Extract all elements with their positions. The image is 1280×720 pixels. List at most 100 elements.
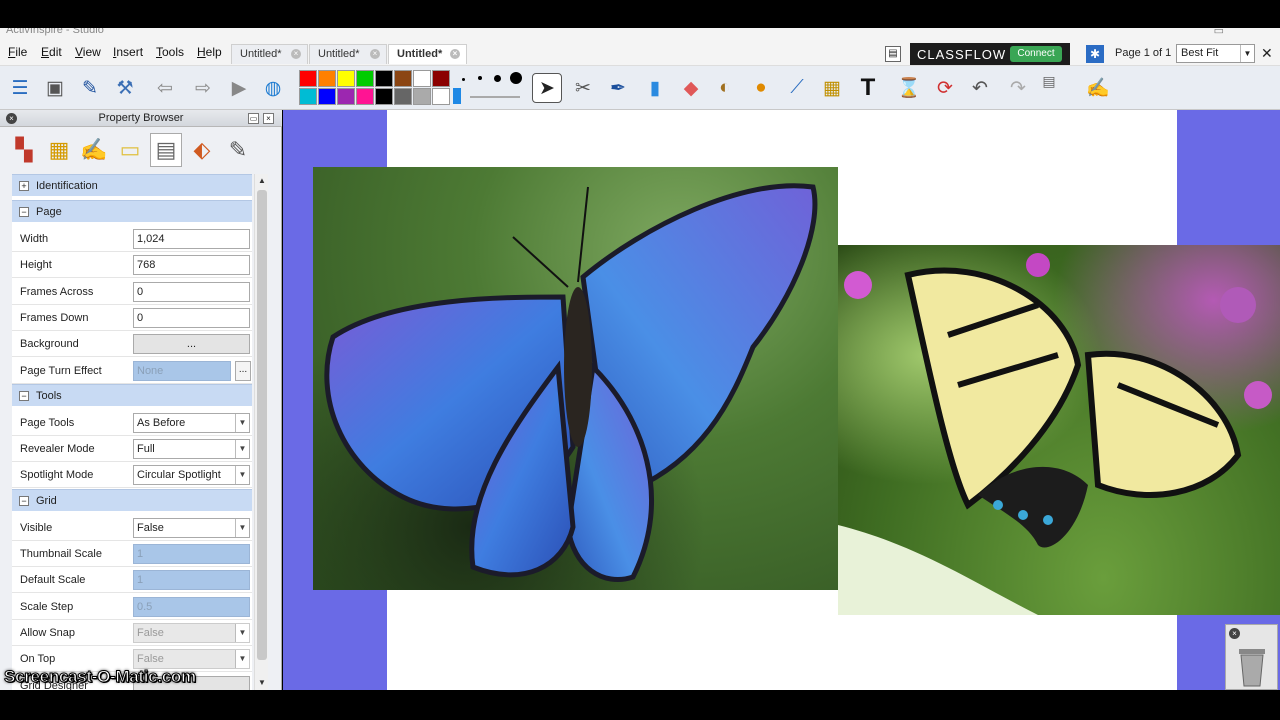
swatch-darkred[interactable]	[432, 70, 450, 87]
swatch-cyan[interactable]	[299, 88, 317, 105]
chevron-down-icon[interactable]: ▼	[255, 676, 269, 690]
clipart-icon[interactable]: ▦	[817, 73, 847, 103]
highlighter-icon[interactable]: ▮	[640, 73, 670, 103]
close-icon[interactable]: ×	[370, 49, 380, 59]
close-icon[interactable]: ×	[1229, 628, 1240, 639]
chevron-up-icon[interactable]: ▲	[255, 174, 269, 188]
action-browser-icon[interactable]: ⬖	[186, 133, 218, 167]
section-page[interactable]: − Page	[12, 200, 252, 222]
section-tools[interactable]: − Tools	[12, 383, 252, 406]
property-scrollbar[interactable]: ▲ ▼	[254, 174, 268, 690]
trash-can[interactable]: ×	[1225, 624, 1278, 690]
width-field[interactable]: 1,024	[133, 229, 250, 249]
page-tools-field[interactable]: As Before ▼	[133, 412, 250, 433]
resource-browser-icon[interactable]: ▦	[43, 133, 75, 167]
eraser-icon[interactable]: ◆	[676, 73, 706, 103]
swatch-gray[interactable]	[413, 88, 431, 105]
connect-button[interactable]: Connect	[1010, 46, 1062, 62]
menu-view[interactable]: View	[75, 45, 101, 59]
window-controls[interactable]: ▭	[1214, 28, 1224, 37]
pen-icon[interactable]: ✒	[603, 73, 633, 103]
menu-tools[interactable]: Tools	[156, 45, 184, 59]
color-indicator[interactable]	[453, 88, 461, 104]
pen-width-4[interactable]	[510, 72, 522, 84]
zoom-select[interactable]: Best Fit ▼	[1176, 44, 1255, 63]
section-identification[interactable]: + Identification	[12, 174, 252, 196]
swatch-green[interactable]	[356, 70, 374, 87]
expand-icon[interactable]: +	[19, 181, 29, 191]
height-field[interactable]: 768	[133, 255, 250, 276]
swatch-white-2[interactable]	[432, 88, 450, 105]
swallowtail-butterfly-image[interactable]	[838, 245, 1280, 615]
redo-icon[interactable]: ↷	[1003, 73, 1033, 103]
text-icon[interactable]: T	[853, 73, 883, 103]
connector-icon[interactable]: ⟋	[782, 73, 812, 103]
next-page-icon[interactable]: ⇨	[188, 73, 218, 103]
collapse-icon[interactable]: −	[19, 390, 29, 401]
voting-browser-icon[interactable]: ✎	[222, 133, 254, 167]
swatch-black[interactable]	[375, 70, 393, 87]
revealer-mode-field[interactable]: Full ▼	[133, 439, 250, 460]
frames-across-field[interactable]: 0	[133, 281, 250, 302]
main-menu-icon[interactable]: ☰	[5, 73, 35, 103]
menu-help[interactable]: Help	[197, 45, 222, 59]
tools-icon[interactable]: ✂	[568, 73, 598, 103]
restore-icon[interactable]: ▭	[248, 113, 259, 124]
browsers-icon[interactable]: ▣	[40, 73, 70, 103]
menu-file[interactable]: File	[8, 45, 27, 59]
background-field[interactable]: ...	[133, 334, 250, 355]
pen-width-2[interactable]	[478, 76, 482, 80]
swatch-purple[interactable]	[337, 88, 355, 105]
document-tab-3[interactable]: Untitled* ×	[388, 44, 467, 64]
swatch-white[interactable]	[413, 70, 431, 87]
pen-width-1[interactable]	[462, 78, 465, 81]
flipchart-canvas[interactable]	[283, 110, 1280, 690]
annotate-icon[interactable]: ✎	[75, 73, 105, 103]
object-browser-icon[interactable]: ✍	[78, 133, 110, 167]
swatch-pink[interactable]	[356, 88, 374, 105]
notes-icon[interactable]: ▤	[1038, 70, 1060, 92]
property-browser-icon[interactable]: ▤	[150, 133, 182, 167]
reset-page-icon[interactable]: ⟳	[930, 73, 960, 103]
page-browser-icon[interactable]: ▚	[8, 133, 40, 167]
morpho-butterfly-image[interactable]	[313, 167, 838, 590]
swatch-yellow[interactable]	[337, 70, 355, 87]
dual-user-icon[interactable]: ◍	[258, 73, 288, 103]
document-tab-2[interactable]: Untitled* ×	[309, 44, 387, 64]
previous-page-icon[interactable]: ⇦	[150, 73, 180, 103]
play-icon[interactable]: ▶	[224, 73, 254, 103]
close-icon[interactable]: ×	[263, 113, 274, 124]
browse-button[interactable]: ...	[235, 360, 251, 381]
close-icon[interactable]: ×	[291, 49, 301, 59]
swatch-brown[interactable]	[394, 70, 412, 87]
page-browser-icon[interactable]: ✱	[1086, 45, 1104, 63]
close-icon[interactable]: ×	[450, 49, 460, 59]
menu-edit[interactable]: Edit	[41, 45, 62, 59]
undo-icon[interactable]: ↶	[965, 73, 995, 103]
designer-mode-icon[interactable]: ⚒	[110, 73, 140, 103]
select-icon[interactable]: ➤	[532, 73, 562, 103]
collapse-icon[interactable]: −	[19, 495, 29, 506]
frames-down-field[interactable]: 0	[133, 307, 250, 328]
shape-icon[interactable]: ●	[746, 73, 776, 103]
spotlight-mode-field[interactable]: Circular Spotlight ▼	[133, 465, 250, 486]
customize-icon[interactable]: ✍	[1083, 73, 1113, 103]
document-tab-1[interactable]: Untitled* ×	[231, 44, 308, 64]
close-icon[interactable]: ×	[6, 113, 17, 124]
visible-field[interactable]: False ▼	[133, 517, 250, 538]
close-icon[interactable]: ✕	[1261, 45, 1273, 62]
swatch-red[interactable]	[299, 70, 317, 87]
notes-browser-icon[interactable]: ▭	[114, 133, 146, 167]
clear-icon[interactable]: ⌛	[894, 73, 924, 103]
swatch-black-2[interactable]	[375, 88, 393, 105]
swatch-blue[interactable]	[318, 88, 336, 105]
section-grid[interactable]: − Grid	[12, 488, 252, 511]
notes-icon[interactable]: ▤	[885, 46, 901, 62]
pen-width-3[interactable]	[494, 75, 501, 82]
swatch-darkgray[interactable]	[394, 88, 412, 105]
scroll-thumb[interactable]	[257, 190, 267, 660]
collapse-icon[interactable]: −	[19, 207, 29, 217]
fill-icon[interactable]: ◐	[710, 73, 740, 103]
menu-insert[interactable]: Insert	[113, 45, 143, 59]
width-slider[interactable]	[470, 96, 520, 98]
